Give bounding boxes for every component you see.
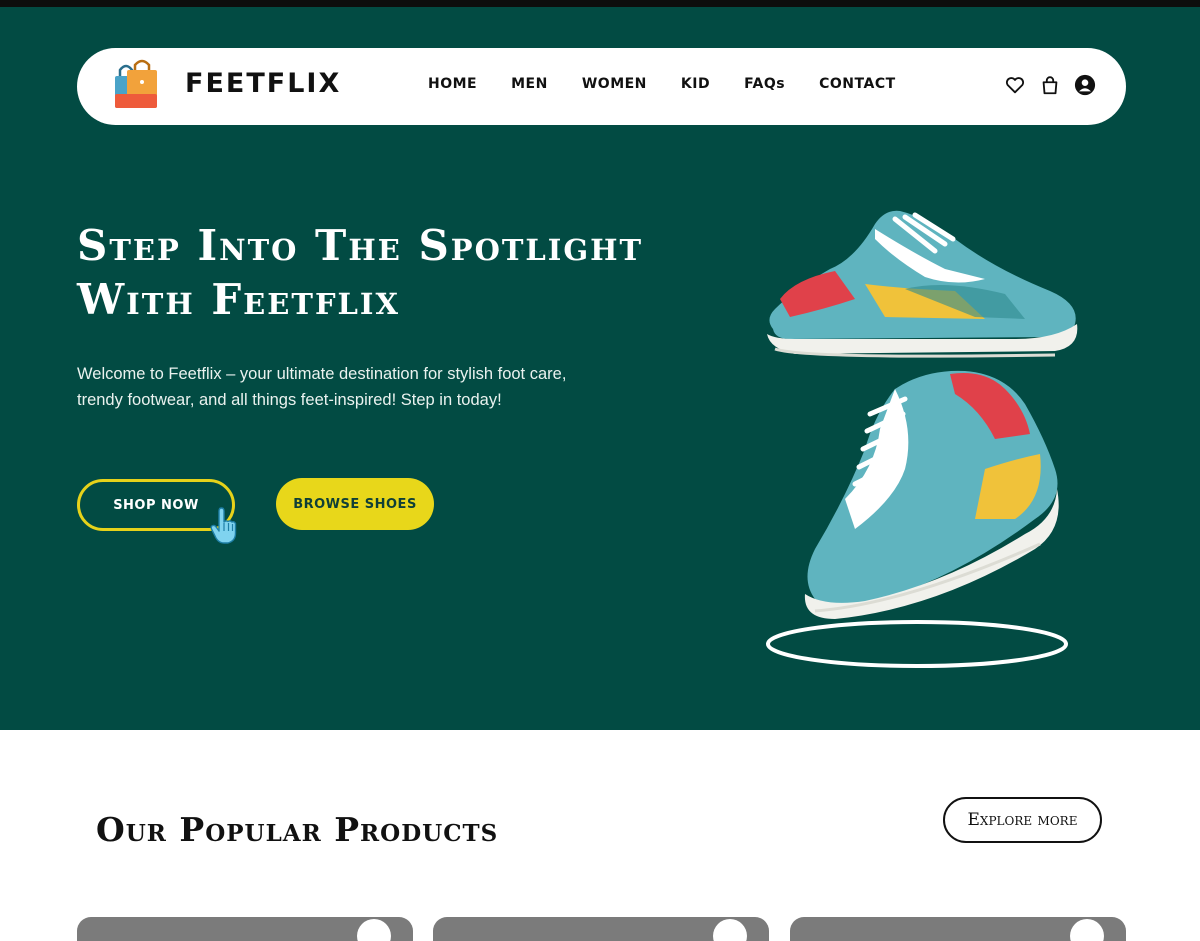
product-card[interactable]: [790, 917, 1126, 941]
user-icon[interactable]: [1074, 74, 1096, 96]
headline-line-1: Step Into The Spotlight: [77, 221, 644, 270]
hero-headline: Step Into The Spotlight With Feetflix: [77, 219, 727, 327]
brand-name[interactable]: FEETFLIX: [185, 68, 341, 99]
headline-line-2: With Feetflix: [77, 275, 400, 324]
nav-icons: [1004, 74, 1096, 96]
shopping-bags-icon[interactable]: [111, 58, 163, 114]
nav-link-home[interactable]: HOME: [428, 76, 477, 92]
top-strip: [0, 0, 1200, 7]
explore-more-button[interactable]: Explore more: [943, 797, 1102, 843]
navbar: FEETFLIX HOME MEN WOMEN KID FAQs CONTACT: [77, 48, 1126, 125]
product-card[interactable]: [433, 917, 769, 941]
intro-line-1: Welcome to Feetflix – your ultimate dest…: [77, 365, 567, 383]
nav-link-women[interactable]: WOMEN: [582, 76, 647, 92]
hand-cursor-icon: [210, 507, 238, 545]
pedestal-ring: [766, 620, 1068, 668]
nav-link-contact[interactable]: CONTACT: [819, 76, 896, 92]
sneaker-top: [767, 210, 1078, 358]
hero-shoes-image: [755, 199, 1085, 679]
product-card[interactable]: [77, 917, 413, 941]
bag-icon[interactable]: [1039, 74, 1061, 96]
heart-icon[interactable]: [1004, 74, 1026, 96]
hero-section: FEETFLIX HOME MEN WOMEN KID FAQs CONTACT…: [0, 7, 1200, 730]
favorite-toggle-icon[interactable]: [357, 919, 391, 941]
favorite-toggle-icon[interactable]: [1070, 919, 1104, 941]
nav-link-men[interactable]: MEN: [511, 76, 548, 92]
hero-intro: Welcome to Feetflix – your ultimate dest…: [77, 361, 637, 413]
nav-link-faqs[interactable]: FAQs: [744, 76, 785, 92]
favorite-toggle-icon[interactable]: [713, 919, 747, 941]
section-title: Our Popular Products: [96, 810, 499, 849]
nav-links: HOME MEN WOMEN KID FAQs CONTACT: [428, 76, 930, 92]
nav-link-kid[interactable]: KID: [681, 76, 710, 92]
intro-line-2: trendy footwear, and all things feet-ins…: [77, 391, 502, 409]
popular-products-section: Our Popular Products Explore more: [0, 730, 1200, 941]
sneaker-bottom: [804, 370, 1059, 619]
browse-shoes-button[interactable]: BROWSE SHOES: [276, 478, 434, 530]
